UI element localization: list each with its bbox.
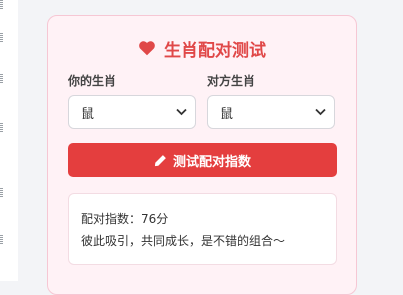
scroll-tick <box>0 188 3 198</box>
scroll-tick <box>0 235 3 245</box>
zodiac-match-card: 生肖配对测试 你的生肖 对方生肖 鼠 鼠 测试配对指数 配对指数：76分 彼此吸… <box>47 15 357 295</box>
my-zodiac-value: 鼠 <box>81 106 95 122</box>
scroll-tick <box>0 74 3 84</box>
partner-zodiac-value: 鼠 <box>220 106 234 122</box>
result-description: 彼此吸引，共同成长，是不错的组合～ <box>81 234 286 248</box>
chevron-down-icon <box>176 108 187 116</box>
card-title: 生肖配对测试 <box>48 36 356 61</box>
heart-icon <box>138 40 156 56</box>
test-match-button-label: 测试配对指数 <box>172 154 251 170</box>
left-scroll-strip <box>0 0 18 281</box>
result-box: 配对指数：76分 彼此吸引，共同成长，是不错的组合～ <box>68 193 337 265</box>
scroll-tick <box>0 33 3 43</box>
partner-zodiac-label: 对方生肖 <box>207 74 256 88</box>
chevron-down-icon <box>315 108 326 116</box>
my-zodiac-label: 你的生肖 <box>68 74 117 88</box>
pencil-icon <box>154 154 167 167</box>
card-title-text: 生肖配对测试 <box>164 40 266 61</box>
scroll-tick <box>0 123 3 133</box>
result-score: 配对指数：76分 <box>81 212 169 226</box>
partner-zodiac-select[interactable]: 鼠 <box>207 95 335 129</box>
test-match-button[interactable]: 测试配对指数 <box>68 143 337 177</box>
scroll-tick <box>0 0 3 10</box>
my-zodiac-select[interactable]: 鼠 <box>68 95 196 129</box>
